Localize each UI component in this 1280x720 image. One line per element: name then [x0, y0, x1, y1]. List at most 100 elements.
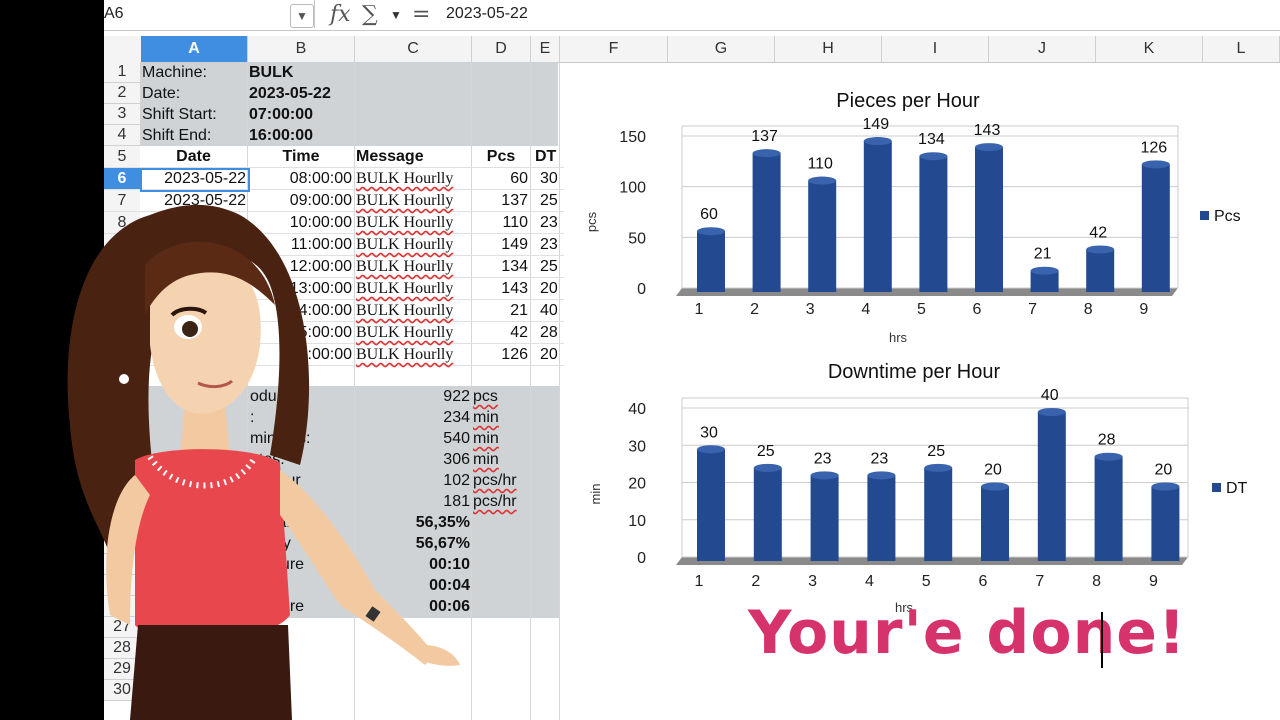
- shift-end-value[interactable]: 16:00:00: [249, 125, 313, 147]
- column-header-l[interactable]: L: [1203, 36, 1280, 62]
- column-header-k[interactable]: K: [1096, 36, 1203, 62]
- col-header-time[interactable]: Time: [248, 146, 354, 168]
- data-label: 126: [1140, 139, 1167, 156]
- x-tick-label: 8: [1092, 573, 1101, 590]
- sigma-dropdown-icon[interactable]: ▼: [390, 8, 402, 22]
- data-label: 137: [751, 128, 778, 145]
- col-header-dt[interactable]: DT: [535, 146, 556, 168]
- col-header-date[interactable]: Date: [140, 146, 247, 168]
- equals-icon[interactable]: =: [412, 2, 430, 27]
- formula-input[interactable]: 2023-05-22: [446, 5, 528, 23]
- chart-title: Downtime per Hour: [828, 361, 1001, 383]
- col-header-pcs[interactable]: Pcs: [472, 146, 530, 168]
- table-cell-pcs[interactable]: 143: [472, 278, 528, 300]
- bar: [919, 156, 948, 292]
- name-box-value: A6: [104, 5, 124, 22]
- shift-end-label[interactable]: Shift End:: [142, 125, 211, 147]
- bar-top: [1094, 452, 1123, 461]
- bar: [697, 449, 725, 561]
- data-label: 25: [757, 443, 775, 460]
- table-cell-dt[interactable]: 23: [540, 212, 558, 234]
- table-cell-pcs[interactable]: 149: [472, 234, 528, 256]
- table-cell-pcs[interactable]: 134: [472, 256, 528, 278]
- legend-swatch: [1200, 211, 1209, 220]
- x-tick-label: 1: [695, 573, 704, 590]
- date-label[interactable]: Date:: [142, 83, 180, 105]
- x-tick-label: 3: [806, 301, 815, 318]
- table-cell-dt[interactable]: 25: [540, 256, 558, 278]
- table-cell-pcs[interactable]: 110: [472, 212, 528, 234]
- y-axis-label: pcs: [584, 211, 599, 232]
- x-tick-label: 2: [750, 301, 759, 318]
- name-box[interactable]: [104, 0, 315, 28]
- data-label: 20: [984, 462, 1002, 479]
- table-cell-pcs[interactable]: 126: [472, 344, 528, 366]
- table-cell-dt[interactable]: 28: [540, 322, 558, 344]
- col-header-message[interactable]: Message: [356, 146, 424, 168]
- x-tick-label: 6: [973, 301, 982, 318]
- x-tick-label: 1: [695, 301, 704, 318]
- bar: [697, 231, 725, 292]
- column-header-b[interactable]: B: [248, 36, 355, 62]
- bar-top: [810, 471, 839, 480]
- machine-value[interactable]: BULK: [249, 62, 293, 84]
- table-cell-pcs[interactable]: 137: [472, 190, 528, 212]
- row-header-5[interactable]: 5: [104, 146, 140, 168]
- column-header-c[interactable]: C: [355, 36, 472, 62]
- chevron-down-icon[interactable]: ▼: [290, 4, 314, 28]
- table-cell-dt[interactable]: 20: [540, 344, 558, 366]
- column-header-a[interactable]: A: [141, 36, 248, 62]
- summary-unit[interactable]: pcs/hr: [473, 470, 517, 492]
- bar-top: [981, 482, 1009, 491]
- table-cell-dt[interactable]: 40: [540, 300, 558, 322]
- bar-top: [1086, 245, 1115, 254]
- column-header-e[interactable]: E: [531, 36, 560, 62]
- chart-downtime-per-hour: Downtime per Hour010203040minhrs30125223…: [588, 361, 1248, 615]
- table-cell-pcs[interactable]: 21: [472, 300, 528, 322]
- table-cell-dt[interactable]: 20: [540, 278, 558, 300]
- bar-top: [867, 471, 896, 480]
- table-cell-pcs[interactable]: 42: [472, 322, 528, 344]
- bar-top: [919, 152, 948, 161]
- legend-label: Pcs: [1214, 208, 1241, 225]
- summary-unit[interactable]: min: [473, 407, 499, 429]
- row-header-6[interactable]: 6: [104, 168, 140, 190]
- summary-unit[interactable]: min: [473, 428, 499, 450]
- row-header-3[interactable]: 3: [104, 104, 140, 125]
- chart-pieces-per-hour: Pieces per Hour 0 50 100 150 pcs hrs 60 1 137 2 110…: [584, 90, 1241, 345]
- machine-label[interactable]: Machine:: [142, 62, 207, 84]
- fx-icon[interactable]: 𝑓x: [330, 2, 351, 27]
- sigma-icon[interactable]: ∑: [362, 2, 378, 27]
- column-header-i[interactable]: I: [882, 36, 989, 62]
- bar-top: [697, 227, 725, 236]
- table-cell-pcs[interactable]: 60: [472, 168, 528, 190]
- shift-start-value[interactable]: 07:00:00: [249, 104, 313, 126]
- row-header-2[interactable]: 2: [104, 83, 140, 104]
- column-header-g[interactable]: G: [668, 36, 775, 62]
- shift-start-label[interactable]: Shift Start:: [142, 104, 217, 126]
- summary-unit[interactable]: min: [473, 449, 499, 471]
- summary-unit[interactable]: pcs/hr: [473, 491, 517, 513]
- bar: [1151, 486, 1180, 561]
- data-label: 143: [974, 122, 1001, 139]
- row-header-1[interactable]: 1: [104, 62, 140, 83]
- row-header-4[interactable]: 4: [104, 125, 140, 146]
- bar: [981, 486, 1009, 561]
- table-cell-dt[interactable]: 23: [540, 234, 558, 256]
- column-header-f[interactable]: F: [560, 36, 668, 62]
- table-cell-dt[interactable]: 25: [540, 190, 558, 212]
- date-value[interactable]: 2023-05-22: [249, 83, 331, 105]
- column-header-h[interactable]: H: [775, 36, 882, 62]
- table-cell-dt[interactable]: 30: [540, 168, 558, 190]
- y-tick-label: 20: [628, 476, 646, 493]
- table-cell-time[interactable]: 08:00:00: [248, 168, 352, 190]
- summary-unit[interactable]: pcs: [473, 386, 498, 408]
- y-axis-label: min: [588, 484, 603, 505]
- data-label: 25: [927, 443, 945, 460]
- bar-top: [975, 143, 1003, 152]
- column-header-j[interactable]: J: [989, 36, 1096, 62]
- x-tick-label: 4: [865, 573, 874, 590]
- column-header-d[interactable]: D: [472, 36, 531, 62]
- legend-swatch: [1212, 483, 1221, 492]
- table-cell-message[interactable]: BULK Hourlly: [356, 168, 453, 190]
